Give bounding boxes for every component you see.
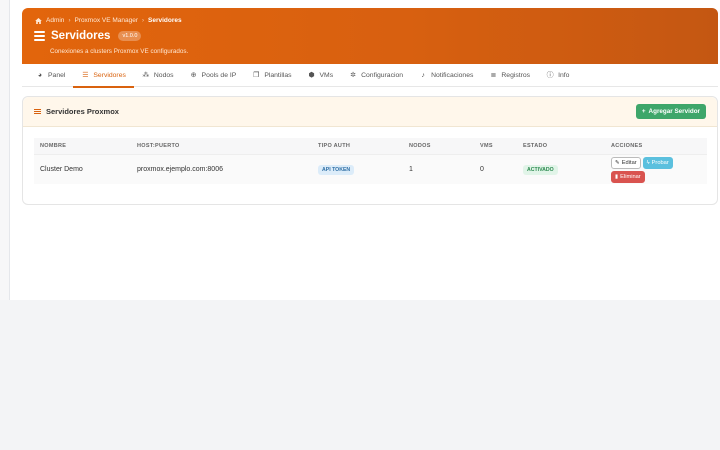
page-background bbox=[0, 300, 720, 450]
server-host: proxmox.ejemplo.com:8006 bbox=[137, 166, 223, 173]
server-vms: 0 bbox=[480, 166, 484, 173]
test-button[interactable]: ϟ Probar bbox=[642, 156, 673, 169]
tab-label: Panel bbox=[48, 72, 66, 79]
servers-table: NOMBRE HOST:PUERTO TIPO AUTH NODOS VMS E… bbox=[34, 138, 707, 184]
test-label: Probar bbox=[651, 159, 669, 166]
tab-label: Nodos bbox=[153, 72, 174, 79]
tab-vms[interactable]: ⬢ VMs bbox=[300, 64, 342, 87]
table-header: NOMBRE HOST:PUERTO TIPO AUTH NODOS VMS E… bbox=[34, 138, 707, 154]
home-icon bbox=[35, 17, 42, 24]
server-name: Cluster Demo bbox=[40, 166, 83, 173]
tab-label: Pools de IP bbox=[201, 72, 237, 79]
tab-label: Notificaciones bbox=[431, 72, 474, 79]
tab-label: Configuracion bbox=[361, 72, 404, 79]
server-icon bbox=[34, 31, 45, 41]
card-title: Servidores Proxmox bbox=[34, 107, 119, 116]
tab-label: Info bbox=[558, 72, 570, 79]
server-icon: ☰ bbox=[82, 72, 89, 79]
info-icon: ⓘ bbox=[546, 72, 554, 79]
add-server-button[interactable]: + Agregar Servidor bbox=[635, 104, 706, 119]
column-header: ACCIONES bbox=[611, 143, 643, 149]
tab-configuracion[interactable]: ✲ Configuracion bbox=[341, 64, 411, 87]
column-header: TIPO AUTH bbox=[318, 143, 351, 149]
add-server-label: Agregar Servidor bbox=[648, 108, 700, 115]
trash-icon: ▮ bbox=[615, 173, 619, 180]
tab-registros[interactable]: ≣ Registros bbox=[481, 64, 538, 87]
tab-nodos[interactable]: ⁂ Nodos bbox=[134, 64, 182, 87]
table-row: Cluster Demo proxmox.ejemplo.com:8006 AP… bbox=[34, 154, 707, 184]
tab-panel[interactable]: ◕ Panel bbox=[28, 64, 73, 87]
edit-label: Editar bbox=[621, 159, 637, 166]
globe-icon: ⊕ bbox=[190, 72, 197, 79]
tab-pools-ip[interactable]: ⊕ Pools de IP bbox=[182, 64, 245, 87]
plus-icon: + bbox=[641, 108, 646, 115]
tab-servidores[interactable]: ☰ Servidores bbox=[73, 64, 134, 88]
page-title: Servidores bbox=[51, 30, 111, 42]
breadcrumb-separator: › bbox=[142, 17, 145, 24]
edit-button[interactable]: ✎ Editar bbox=[611, 156, 641, 169]
column-header: NODOS bbox=[409, 143, 431, 149]
list-icon: ≣ bbox=[490, 72, 497, 79]
auth-type-badge: API TOKEN bbox=[318, 165, 355, 175]
tab-label: Registros bbox=[501, 72, 531, 79]
column-header: HOST:PUERTO bbox=[137, 143, 180, 149]
edit-icon: ✎ bbox=[615, 159, 620, 166]
title-row: Servidores v1.0.0 bbox=[34, 30, 142, 42]
bell-icon: ♪ bbox=[421, 72, 425, 79]
page-header: Admin › Proxmox VE Manager › Servidores … bbox=[22, 8, 718, 64]
servers-card: Servidores Proxmox + Agregar Servidor NO… bbox=[22, 96, 718, 205]
delete-button[interactable]: ▮ Eliminar bbox=[611, 170, 645, 183]
dashboard-icon: ◕ bbox=[37, 72, 43, 79]
status-badge: ACTIVADO bbox=[523, 165, 558, 175]
tab-notificaciones[interactable]: ♪ Notificaciones bbox=[411, 64, 481, 87]
row-actions: ✎ Editar ϟ Probar ▮ Eliminar bbox=[611, 156, 683, 183]
column-header: NOMBRE bbox=[40, 143, 67, 149]
card-header: Servidores Proxmox + Agregar Servidor bbox=[23, 97, 717, 127]
tab-plantillas[interactable]: ❐ Plantillas bbox=[244, 64, 299, 87]
card-title-text: Servidores Proxmox bbox=[46, 107, 119, 116]
bolt-icon: ϟ bbox=[646, 159, 650, 166]
server-icon bbox=[34, 108, 41, 115]
templates-icon: ❐ bbox=[253, 72, 260, 79]
tab-bar: ◕ Panel ☰ Servidores ⁂ Nodos ⊕ Pools de IP ❐… bbox=[22, 64, 718, 88]
nodes-icon: ⁂ bbox=[142, 72, 150, 79]
page-subtitle: Conexiones a clusters Proxmox VE configu… bbox=[50, 48, 189, 55]
server-nodes: 1 bbox=[409, 166, 413, 173]
version-badge: v1.0.0 bbox=[118, 31, 142, 41]
breadcrumb-manager[interactable]: Proxmox VE Manager bbox=[74, 17, 138, 24]
column-header: ESTADO bbox=[523, 143, 548, 149]
breadcrumb-admin[interactable]: Admin bbox=[46, 17, 64, 24]
delete-label: Eliminar bbox=[620, 173, 641, 180]
cube-icon: ⬢ bbox=[308, 72, 315, 79]
tab-label: Servidores bbox=[93, 72, 126, 79]
gear-icon: ✲ bbox=[350, 72, 357, 79]
tab-label: VMs bbox=[319, 72, 334, 79]
left-strip bbox=[0, 0, 10, 300]
breadcrumb-separator: › bbox=[68, 17, 71, 24]
column-header: VMS bbox=[480, 143, 493, 149]
breadcrumb: Admin › Proxmox VE Manager › Servidores bbox=[35, 17, 182, 24]
tab-label: Plantillas bbox=[264, 72, 292, 79]
breadcrumb-current: Servidores bbox=[148, 17, 182, 24]
tab-info[interactable]: ⓘ Info bbox=[538, 64, 577, 87]
